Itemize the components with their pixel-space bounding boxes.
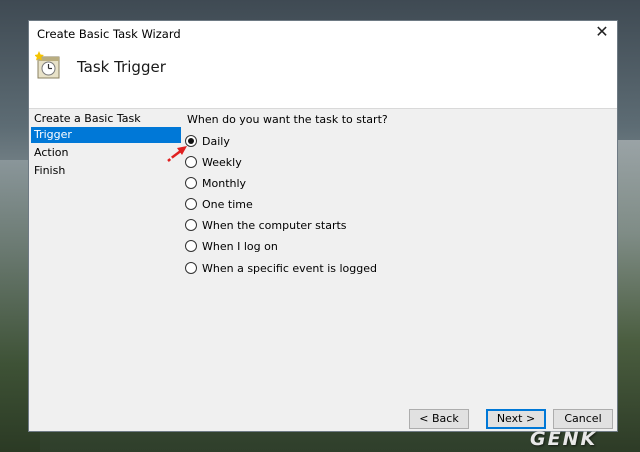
genk-watermark-logo: GENK [530,428,598,450]
nav-item-finish[interactable]: Finish [31,163,181,179]
radio-event-logged[interactable] [185,262,197,274]
nav-item-action[interactable]: Action [31,145,181,161]
option-monthly-label: Monthly [202,176,247,190]
clock-task-icon [35,51,60,79]
option-daily[interactable]: Daily [185,133,230,149]
option-monthly[interactable]: Monthly [185,175,246,191]
title-bar: Create Basic Task Wizard ✕ [29,21,617,45]
nav-item-trigger[interactable]: Trigger [31,127,181,143]
back-button[interactable]: < Back [409,409,469,429]
trigger-question: When do you want the task to start? [187,113,388,126]
option-log-on[interactable]: When I log on [185,238,278,254]
option-one-time[interactable]: One time [185,196,253,212]
option-weekly[interactable]: Weekly [185,154,242,170]
window-title: Create Basic Task Wizard [37,27,181,41]
cancel-button[interactable]: Cancel [553,409,613,429]
radio-daily[interactable] [185,135,197,147]
option-event-logged[interactable]: When a specific event is logged [185,260,377,276]
option-weekly-label: Weekly [202,155,242,169]
option-one-time-label: One time [202,197,253,211]
radio-monthly[interactable] [185,177,197,189]
option-daily-label: Daily [202,134,230,148]
page-title: Task Trigger [77,58,166,76]
wizard-dialog: Create Basic Task Wizard ✕ Task Trigger … [28,20,618,432]
trigger-options-panel: When do you want the task to start? Dail… [185,109,605,399]
option-event-logged-label: When a specific event is logged [202,261,377,275]
wizard-header: Task Trigger [29,45,617,109]
option-computer-starts[interactable]: When the computer starts [185,217,347,233]
option-computer-starts-label: When the computer starts [202,218,347,232]
radio-computer-starts[interactable] [185,219,197,231]
radio-one-time[interactable] [185,198,197,210]
wizard-steps-nav: Create a Basic Task Trigger Action Finis… [29,109,181,399]
radio-weekly[interactable] [185,156,197,168]
nav-item-create-basic-task[interactable]: Create a Basic Task [31,111,181,127]
next-button[interactable]: Next > [486,409,546,429]
radio-log-on[interactable] [185,240,197,252]
option-log-on-label: When I log on [202,239,278,253]
close-button[interactable]: ✕ [587,21,617,45]
